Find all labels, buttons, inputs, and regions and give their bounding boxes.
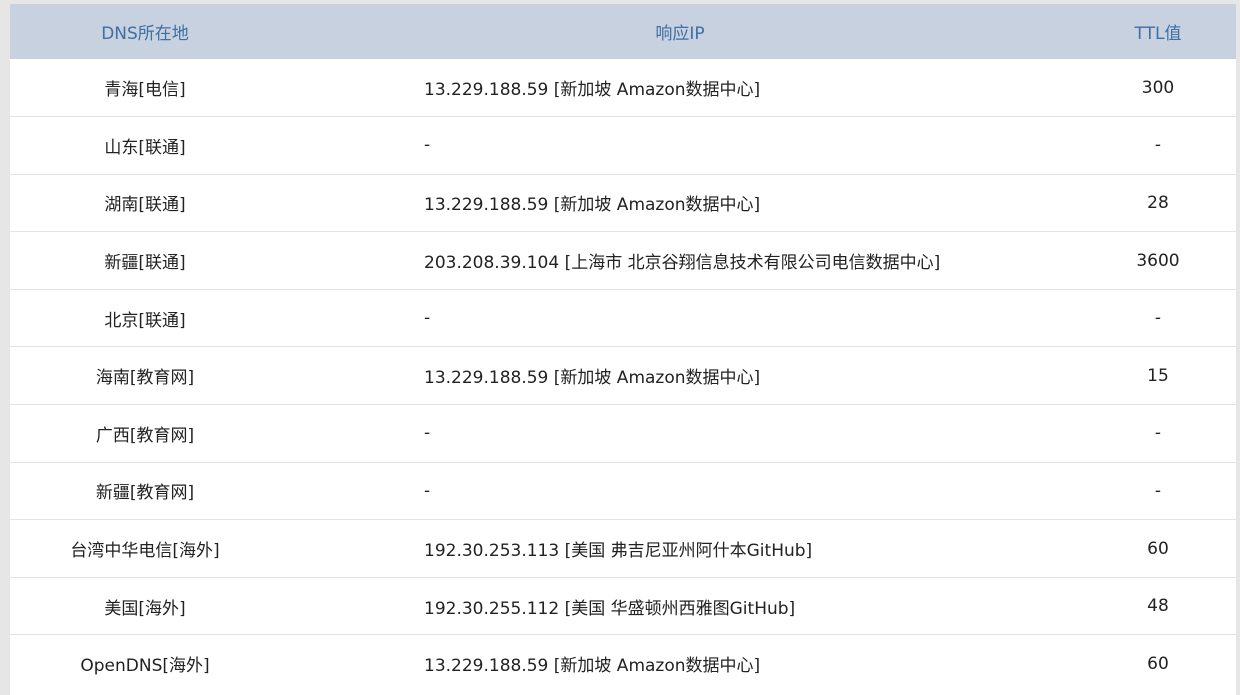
table-row: 广西[教育网] - - [10,405,1236,463]
cell-dns-location: OpenDNS[海外] [80,656,210,677]
cell-response-ip: 13.229.188.59 [新加坡 Amazon数据中心] [424,656,761,677]
table-row: 青海[电信] 13.229.188.59 [新加坡 Amazon数据中心] 300 [10,59,1236,117]
cell-ttl: - [1154,135,1162,156]
cell-response-ip: 13.229.188.59 [新加坡 Amazon数据中心] [424,368,761,389]
header-row: DNS所在地 响应IP TTL值 [10,4,1236,59]
table-row: 山东[联通] - - [10,117,1236,175]
cell-dns-location: 新疆[联通] [104,253,186,274]
table-row: 美国[海外] 192.30.255.112 [美国 华盛顿州西雅图GitHub] 4… [10,577,1236,635]
table-row: 新疆[教育网] - - [10,462,1236,520]
table-body: 青海[电信] 13.229.188.59 [新加坡 Amazon数据中心] 300 山… [10,59,1236,693]
cell-dns-location: 湖南[联通] [104,195,186,216]
cell-ttl: - [1154,423,1162,444]
cell-response-ip: - [424,423,431,444]
cell-response-ip: - [424,135,431,156]
dns-results-table: DNS所在地 响应IP TTL值 青海[电信] 13.229.188.59 [新加… [10,4,1236,693]
table-row: 海南[教育网] 13.229.188.59 [新加坡 Amazon数据中心] 15 [10,347,1236,405]
table-header: DNS所在地 响应IP TTL值 [10,4,1236,59]
cell-dns-location: 新疆[教育网] [95,483,195,504]
cell-dns-location: 山东[联通] [104,137,186,158]
table-row: OpenDNS[海外] 13.229.188.59 [新加坡 Amazon数据中心… [10,635,1236,693]
cell-ttl: 48 [1147,596,1169,617]
cell-response-ip: 203.208.39.104 [上海市 北京谷翔信息技术有限公司电信数据中心] [424,253,941,274]
header-dns-location: DNS所在地 [101,24,189,44]
cell-response-ip: - [424,480,431,501]
cell-dns-location: 美国[海外] [104,598,186,619]
cell-response-ip: 192.30.253.113 [美国 弗吉尼亚州阿什本GitHub] [424,541,813,562]
cell-ttl: 300 [1141,77,1175,98]
cell-dns-location: 青海[电信] [104,80,186,101]
cell-dns-location: 北京[联通] [104,310,186,331]
cell-ttl: 60 [1147,653,1169,674]
cell-ttl: 15 [1147,365,1169,386]
dns-results-panel: DNS所在地 响应IP TTL值 青海[电信] 13.229.188.59 [新加… [10,4,1236,695]
header-ttl: TTL值 [1134,24,1182,44]
cell-ttl: - [1154,308,1162,329]
cell-response-ip: - [424,308,431,329]
cell-response-ip: 13.229.188.59 [新加坡 Amazon数据中心] [424,195,761,216]
table-row: 湖南[联通] 13.229.188.59 [新加坡 Amazon数据中心] 28 [10,174,1236,232]
cell-dns-location: 台湾中华电信[海外] [70,541,220,562]
cell-dns-location: 海南[教育网] [95,368,195,389]
table-row: 新疆[联通] 203.208.39.104 [上海市 北京谷翔信息技术有限公司电信… [10,232,1236,290]
cell-dns-location: 广西[教育网] [95,425,195,446]
table-row: 北京[联通] - - [10,289,1236,347]
cell-ttl: 28 [1147,192,1169,213]
cell-ttl: 60 [1147,538,1169,559]
cell-ttl: - [1154,480,1162,501]
cell-response-ip: 13.229.188.59 [新加坡 Amazon数据中心] [424,80,761,101]
cell-response-ip: 192.30.255.112 [美国 华盛顿州西雅图GitHub] [424,598,796,619]
table-row: 台湾中华电信[海外] 192.30.253.113 [美国 弗吉尼亚州阿什本Git… [10,520,1236,578]
header-response-ip: 响应IP [655,24,705,44]
cell-ttl: 3600 [1136,250,1180,271]
